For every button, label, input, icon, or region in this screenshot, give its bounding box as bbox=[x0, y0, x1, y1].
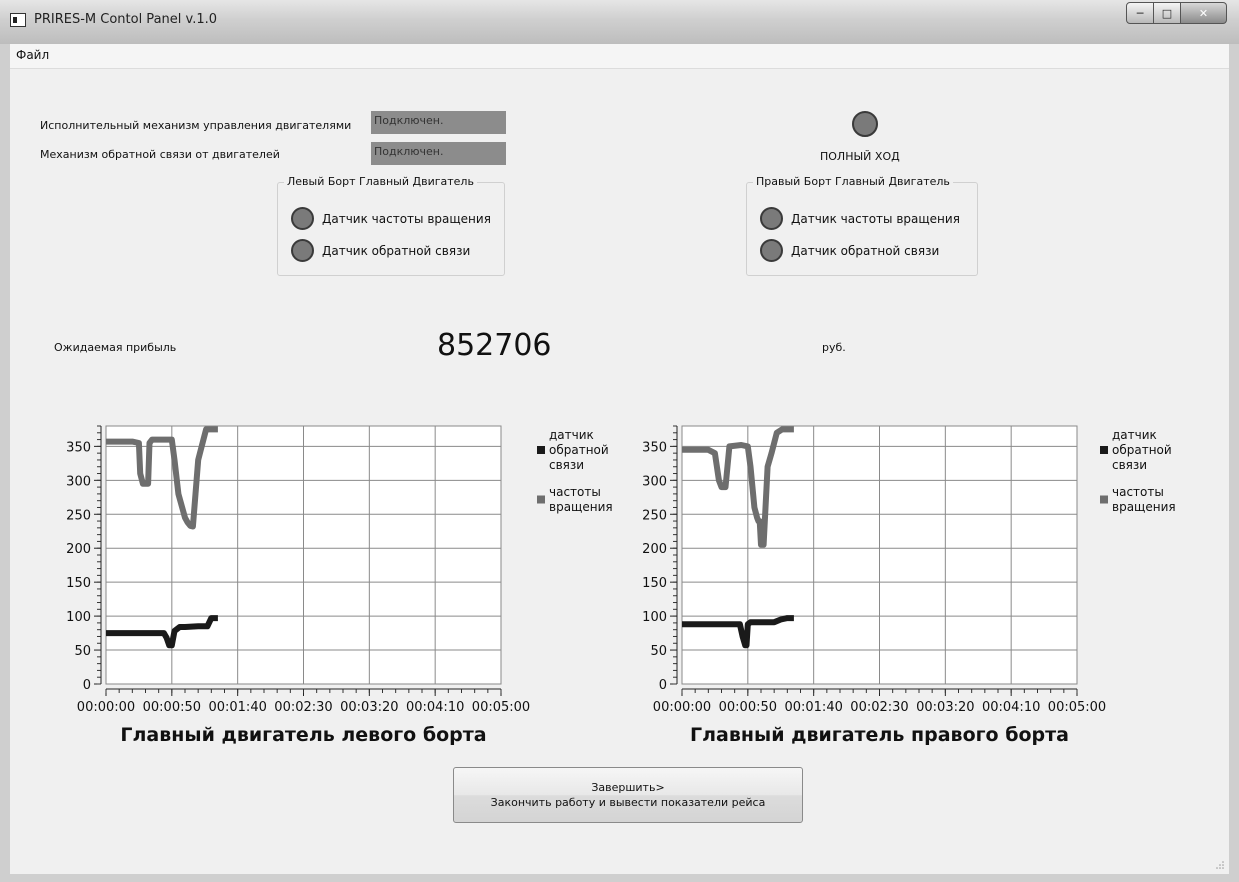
window-title: PRIRES-M Contol Panel v.1.0 bbox=[34, 12, 218, 27]
y-tick-label: 200 bbox=[642, 542, 667, 557]
legend-swatch bbox=[1100, 446, 1108, 454]
profit-value: 852706 bbox=[437, 328, 552, 363]
y-tick-label: 250 bbox=[642, 508, 667, 523]
y-tick-label: 200 bbox=[66, 542, 91, 557]
legend-label: частоты bbox=[549, 485, 601, 499]
x-tick-label: 00:04:10 bbox=[406, 700, 464, 715]
x-tick-label: 00:01:40 bbox=[784, 700, 842, 715]
window-border-left bbox=[0, 44, 10, 882]
x-tick-label: 00:05:00 bbox=[472, 700, 530, 715]
legend-label: датчик bbox=[1112, 428, 1157, 442]
profit-unit: руб. bbox=[822, 341, 846, 354]
chart-title: Главный двигатель левого борта bbox=[120, 724, 486, 746]
y-tick-label: 100 bbox=[642, 610, 667, 625]
chart-title: Главный двигатель правого борта bbox=[690, 724, 1069, 746]
profit-label: Ожидаемая прибыль bbox=[54, 341, 177, 354]
feedback-status-field: Подключен. bbox=[371, 142, 506, 165]
x-tick-label: 00:05:00 bbox=[1048, 700, 1106, 715]
right-feedback-sensor-indicator-icon bbox=[760, 239, 783, 262]
y-tick-label: 350 bbox=[642, 440, 667, 455]
left-feedback-sensor-indicator-icon bbox=[291, 239, 314, 262]
legend-label: связи bbox=[549, 458, 584, 472]
resize-grip-icon[interactable] bbox=[1215, 860, 1225, 870]
x-tick-label: 00:02:30 bbox=[850, 700, 908, 715]
legend-label: частоты bbox=[1112, 485, 1164, 499]
x-tick-label: 00:02:30 bbox=[274, 700, 332, 715]
window-controls: ─ □ ✕ bbox=[1126, 2, 1227, 24]
x-tick-label: 00:00:50 bbox=[719, 700, 777, 715]
left-engine-group-title: Левый Борт Главный Двигатель bbox=[284, 175, 477, 188]
legend-label: обратной bbox=[549, 443, 609, 457]
app-window-icon[interactable] bbox=[10, 13, 26, 27]
left-rpm-sensor-label: Датчик частоты вращения bbox=[322, 212, 491, 226]
close-button[interactable]: ✕ bbox=[1181, 2, 1227, 24]
legend-label: датчик bbox=[549, 428, 594, 442]
legend-label: вращения bbox=[1112, 500, 1176, 514]
right-engine-chart: 00:00:00 00:00:50 00:01:40 00:02:30 00:03:20… bbox=[642, 425, 1176, 746]
menu-bar: Файл bbox=[10, 44, 1229, 69]
left-rpm-sensor-indicator-icon bbox=[291, 207, 314, 230]
close-icon: ✕ bbox=[1198, 6, 1209, 20]
y-tick-label: 50 bbox=[650, 644, 667, 659]
right-engine-group-title: Правый Борт Главный Двигатель bbox=[753, 175, 953, 188]
right-feedback-sensor-label: Датчик обратной связи bbox=[791, 244, 940, 258]
left-engine-chart: 00:00:00 00:00:50 00:01:40 00:02:30 00:03:20… bbox=[66, 425, 613, 746]
menu-file[interactable]: Файл bbox=[16, 48, 49, 62]
left-feedback-sensor-label: Датчик обратной связи bbox=[322, 244, 471, 258]
mode-indicator-icon bbox=[852, 111, 878, 137]
y-tick-label: 300 bbox=[66, 474, 91, 489]
x-tick-label: 00:01:40 bbox=[208, 700, 266, 715]
right-rpm-sensor-indicator-icon bbox=[760, 207, 783, 230]
y-tick-label: 100 bbox=[66, 610, 91, 625]
window-border-bottom bbox=[0, 874, 1239, 882]
x-tick-label: 00:03:20 bbox=[340, 700, 398, 715]
minimize-icon: ─ bbox=[1136, 6, 1144, 20]
y-tick-label: 0 bbox=[659, 678, 667, 693]
actuator-status-field: Подключен. bbox=[371, 111, 506, 134]
window-border-right bbox=[1229, 44, 1239, 882]
legend-swatch bbox=[1100, 495, 1108, 504]
feedback-label: Механизм обратной связи от двигателей bbox=[40, 148, 280, 161]
x-tick-label: 00:00:00 bbox=[653, 700, 711, 715]
legend-label: связи bbox=[1112, 458, 1147, 472]
legend-swatch bbox=[537, 495, 545, 504]
finish-button-title: Завершить> bbox=[591, 781, 665, 794]
legend-label: обратной bbox=[1112, 443, 1172, 457]
finish-button[interactable]: Завершить> Закончить работу и вывести по… bbox=[453, 767, 803, 823]
x-tick-label: 00:04:10 bbox=[982, 700, 1040, 715]
mode-text: ПОЛНЫЙ ХОД bbox=[820, 150, 900, 163]
finish-button-description: Закончить работу и вывести показатели ре… bbox=[490, 796, 766, 809]
maximize-icon: □ bbox=[1161, 6, 1173, 20]
x-tick-label: 00:00:50 bbox=[143, 700, 201, 715]
right-rpm-sensor-label: Датчик частоты вращения bbox=[791, 212, 960, 226]
x-tick-label: 00:03:20 bbox=[916, 700, 974, 715]
y-tick-label: 350 bbox=[66, 440, 91, 455]
y-tick-label: 250 bbox=[66, 508, 91, 523]
minimize-button[interactable]: ─ bbox=[1126, 2, 1154, 24]
actuator-label: Исполнительный механизм управления двига… bbox=[40, 119, 352, 132]
y-tick-label: 300 bbox=[642, 474, 667, 489]
maximize-button[interactable]: □ bbox=[1154, 2, 1181, 24]
y-tick-label: 150 bbox=[642, 576, 667, 591]
title-bar: PRIRES-M Contol Panel v.1.0 ─ □ ✕ bbox=[0, 0, 1239, 44]
x-tick-label: 00:00:00 bbox=[77, 700, 135, 715]
legend-label: вращения bbox=[549, 500, 613, 514]
y-tick-label: 50 bbox=[74, 644, 91, 659]
left-engine-group: Левый Борт Главный Двигатель Датчик част… bbox=[277, 175, 505, 276]
right-engine-group: Правый Борт Главный Двигатель Датчик час… bbox=[746, 175, 978, 276]
y-tick-label: 150 bbox=[66, 576, 91, 591]
legend-swatch bbox=[537, 446, 545, 454]
y-tick-label: 0 bbox=[83, 678, 91, 693]
